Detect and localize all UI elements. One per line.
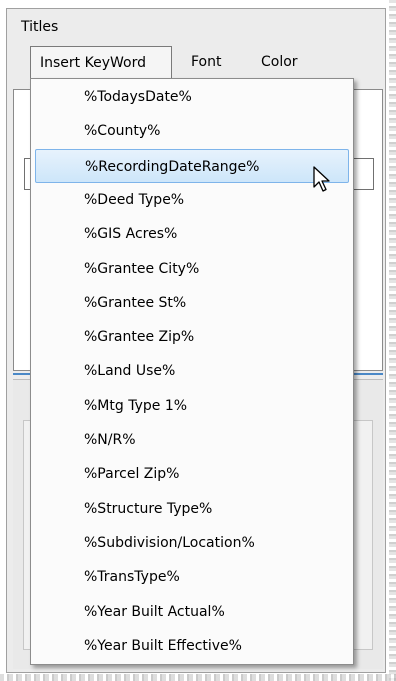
dropdown-item[interactable]: %TransType% <box>31 560 353 594</box>
torn-edge-bottom <box>0 674 396 681</box>
dropdown-item[interactable]: %Grantee Zip% <box>31 320 353 354</box>
dropdown-item[interactable]: %RecordingDateRange% <box>35 148 349 183</box>
dropdown-item[interactable]: %TodaysDate% <box>31 80 353 114</box>
dropdown-item[interactable]: %Mtg Type 1% <box>31 389 353 423</box>
mouse-pointer-icon <box>313 166 330 192</box>
dropdown-item[interactable]: %Grantee St% <box>31 286 353 320</box>
window-title: Titles <box>21 19 59 35</box>
dropdown-item[interactable]: %Parcel Zip% <box>31 457 353 491</box>
torn-edge-right <box>389 0 396 681</box>
dropdown-item[interactable]: %Structure Type% <box>31 492 353 526</box>
dropdown-item[interactable]: %County% <box>31 114 353 148</box>
dropdown-item[interactable]: %GIS Acres% <box>31 217 353 251</box>
dropdown-item[interactable]: %Deed Type% <box>31 183 353 217</box>
menu-insert-keyword[interactable]: Insert KeyWord <box>30 46 172 78</box>
menu-color[interactable]: Color <box>252 46 322 78</box>
dropdown-item[interactable]: %N/R% <box>31 423 353 457</box>
menu-bar: Insert KeyWord Font Color <box>30 46 360 80</box>
dropdown-item[interactable]: %Subdivision/Location% <box>31 526 353 560</box>
dropdown-item[interactable]: %Grantee City% <box>31 252 353 286</box>
dropdown-item[interactable]: %Land Use% <box>31 354 353 388</box>
menu-font[interactable]: Font <box>182 46 242 78</box>
dropdown-item[interactable]: %Year Built Actual% <box>31 595 353 629</box>
dropdown-item[interactable]: %Year Built Effective% <box>31 629 353 663</box>
insert-keyword-dropdown: %TodaysDate% %County% %RecordingDateRange%… <box>30 78 354 665</box>
